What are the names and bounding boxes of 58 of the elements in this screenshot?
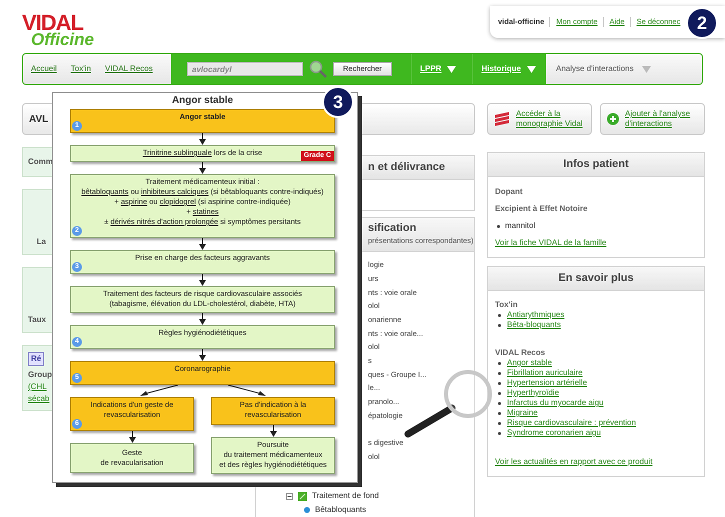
panel-title: En savoir plus [558, 271, 634, 286]
reco-link[interactable]: Angor stable [507, 358, 552, 368]
info-link[interactable]: sécab [28, 393, 56, 405]
panel-title: sification [368, 222, 418, 236]
nav-link[interactable]: Accueil [31, 63, 57, 75]
info-text: Group [28, 369, 53, 381]
info-link[interactable]: (CHL [28, 381, 56, 393]
info-heading: Excipient à Effet Notoire [495, 203, 588, 215]
news-link[interactable]: Voir les actualités en rapport avec ce produit [495, 456, 697, 468]
reco-link[interactable]: Hyperthyroïdie [507, 388, 560, 398]
reco-link[interactable]: Risque cardiovasculaire : prévention [507, 418, 636, 428]
reco-link[interactable]: Antiarythmiques [507, 310, 564, 320]
bullet-icon [304, 507, 310, 514]
info-heading: Dopant [495, 186, 524, 198]
caret-icon [527, 66, 536, 72]
product-title: AVL [29, 112, 48, 126]
tree-item[interactable]: Bêtabloquants [315, 504, 366, 516]
book-icon [494, 112, 510, 126]
flow-arrow [270, 425, 276, 437]
section-heading: Tox'in [495, 300, 519, 310]
flow-arrow [199, 313, 206, 325]
flow-arrow [199, 238, 206, 250]
nav-link[interactable]: Tox'in [70, 63, 91, 75]
flow-arrow [128, 431, 136, 443]
flow-arrow [199, 162, 206, 174]
panel-title: Infos patient [563, 157, 629, 172]
info-item: mannitol [505, 220, 536, 232]
info-text: Taux [28, 314, 47, 326]
section-heading: VIDAL Recos [495, 348, 546, 358]
reco-link[interactable]: Hypertension artérielle [507, 378, 588, 388]
folder-icon [298, 492, 307, 501]
search-icon [309, 60, 327, 78]
reimbursement-badge: Ré [28, 352, 44, 366]
reco-link[interactable]: Bêta-bloquants [507, 320, 561, 330]
plus-icon [607, 113, 619, 125]
reco-link[interactable]: Migraine [507, 408, 538, 418]
action-button[interactable]: Ajouter à l'analyse d'interactions [600, 103, 705, 135]
logo-vidal: VIDAL [22, 14, 84, 32]
collapse-icon[interactable] [286, 492, 293, 500]
info-text: La [36, 236, 47, 248]
reco-link[interactable]: Syndrome coronarien aigu [507, 428, 601, 438]
family-link[interactable]: Voir la fiche VIDAL de la famille [495, 237, 697, 249]
caret-icon [642, 66, 651, 72]
callout-badge: 3 [322, 86, 354, 118]
flow-arrow [199, 274, 206, 286]
caret-icon [447, 66, 456, 72]
reco-link[interactable]: Infarctus du myocarde aigu [507, 398, 604, 408]
nav-menu[interactable]: Analyse d'interactions [556, 63, 634, 75]
panel-title: n et délivrance [368, 160, 446, 176]
action-button[interactable]: Accéder à la monographie Vidal [487, 103, 592, 135]
tree-item[interactable]: Traitement de fond [312, 490, 379, 502]
flow-arrow [199, 133, 206, 145]
popup-title: Angor stable [170, 94, 234, 108]
nav-link[interactable]: VIDAL Recos [105, 63, 153, 75]
info-text: Comm [28, 156, 54, 168]
flow-arrow [199, 349, 206, 361]
logo-officine: Officine [30, 32, 94, 48]
reco-link[interactable]: Fibrillation auriculaire [507, 368, 583, 378]
